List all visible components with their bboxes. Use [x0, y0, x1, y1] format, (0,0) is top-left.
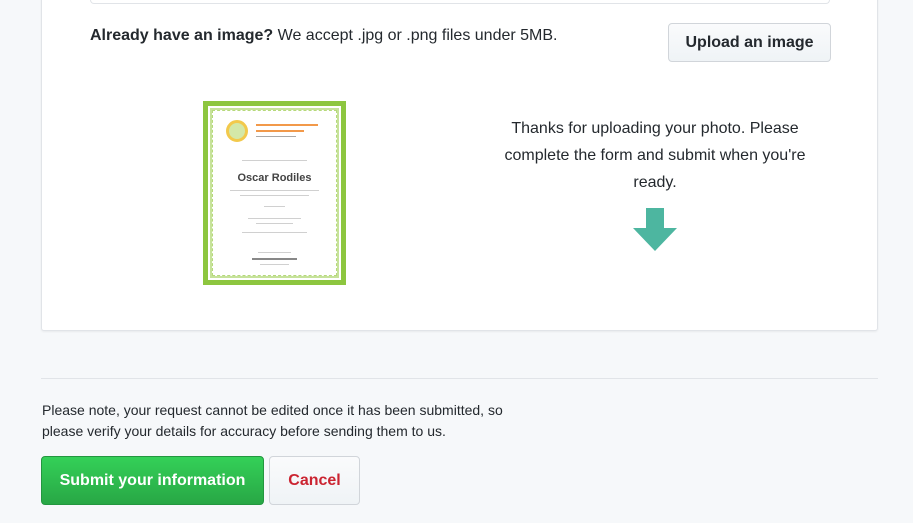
certificate-signature-line: [252, 258, 297, 260]
certificate-text-line: [230, 190, 319, 191]
certificate-text-line: [242, 232, 307, 233]
upload-image-button[interactable]: Upload an image: [668, 23, 831, 62]
certificate-text-line: [258, 252, 291, 253]
upload-card: Already have an image? We accept .jpg or…: [41, 0, 878, 331]
upload-prompt-bold: Already have an image?: [90, 27, 274, 44]
certificate-text-line: [256, 223, 293, 224]
submission-note: Please note, your request cannot be edit…: [42, 402, 503, 439]
certificate-text-line: [260, 264, 289, 265]
certificate-seal-icon: [226, 120, 248, 142]
section-divider: [41, 378, 878, 379]
uploaded-certificate-thumbnail: Oscar Rodiles: [203, 101, 346, 285]
certificate-header-line: [256, 136, 296, 137]
cancel-button[interactable]: Cancel: [269, 456, 360, 505]
submit-button[interactable]: Submit your information: [41, 456, 264, 505]
upload-status-message: Thanks for uploading your photo. Please …: [504, 120, 806, 191]
certificate-text-line: [242, 160, 307, 161]
certificate-header-line: [256, 130, 304, 132]
certificate-text-line: [264, 206, 285, 207]
arrow-down-icon: [633, 208, 677, 251]
certificate-text-line: [248, 218, 301, 219]
upload-prompt: Already have an image? We accept .jpg or…: [90, 24, 557, 48]
certificate-header-line: [256, 124, 318, 126]
previous-field-edge: [90, 0, 830, 4]
upload-prompt-text: We accept .jpg or .png files under 5MB.: [273, 27, 558, 44]
certificate-text-line: [240, 195, 309, 196]
certificate-recipient-name: Oscar Rodiles: [237, 172, 312, 184]
